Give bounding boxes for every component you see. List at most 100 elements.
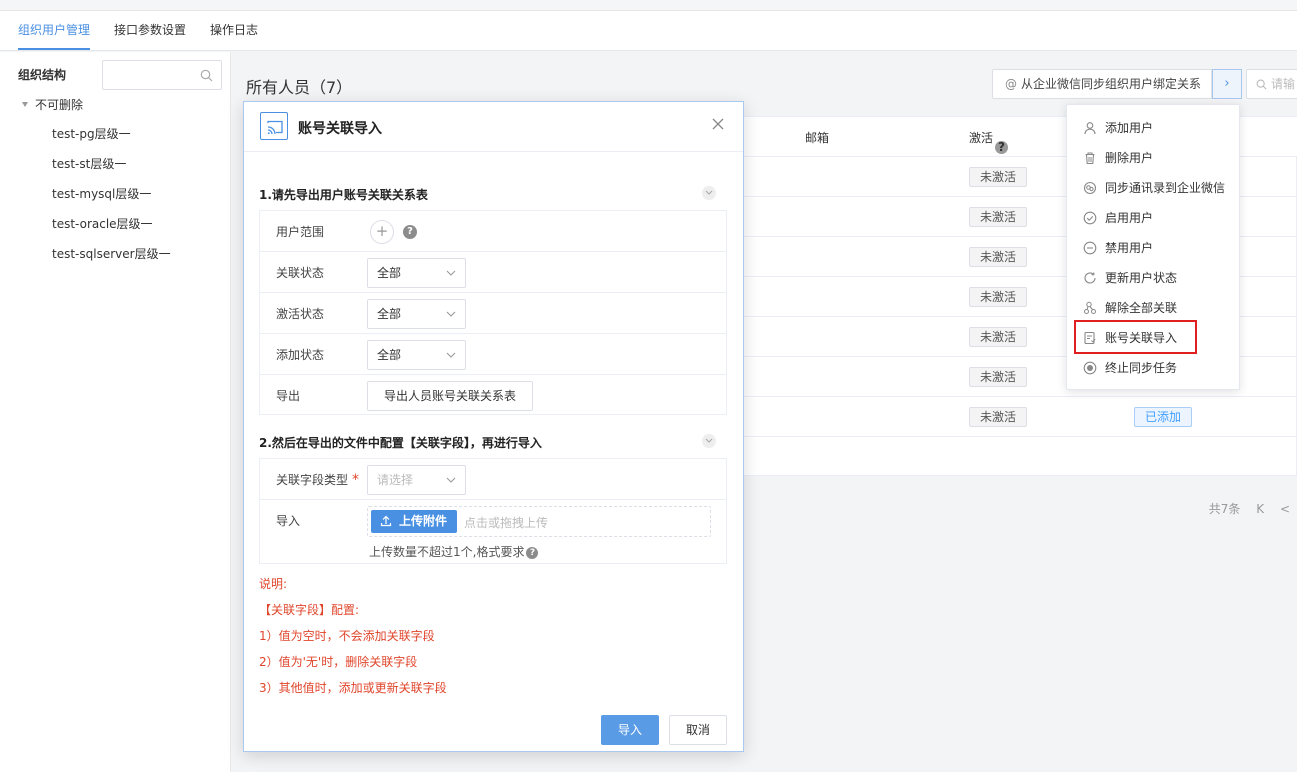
chevron-down-icon	[446, 311, 456, 317]
status-badge: 未激活	[969, 367, 1027, 387]
trash-icon	[1085, 151, 1095, 164]
menu-item-refresh-status[interactable]: 更新用户状态	[1083, 268, 1177, 288]
add-status-select[interactable]: 全部	[367, 340, 466, 370]
chevron-down-icon	[446, 270, 456, 276]
first-page-icon[interactable]: K	[1256, 502, 1264, 516]
field-type-label: 关联字段类型 *	[276, 471, 359, 488]
status-badge: 未激活	[969, 287, 1027, 307]
menu-item-delete-user[interactable]: 删除用户	[1083, 148, 1153, 168]
tree-item[interactable]: test-st层级一	[52, 155, 126, 173]
col-active: 激活?	[969, 129, 1009, 154]
menu-item-unlink-all[interactable]: 解除全部关联	[1083, 298, 1177, 318]
tab-interface-params[interactable]: 接口参数设置	[114, 11, 186, 50]
form-row-export: 导出 导出人员账号关联关系表	[260, 375, 726, 416]
tree-item[interactable]: test-sqlserver层级一	[52, 245, 171, 263]
user-search-input[interactable]: 请输	[1246, 69, 1297, 99]
add-scope-button[interactable]: +	[370, 220, 394, 244]
field-type-label-text: 关联字段类型	[276, 473, 349, 487]
upload-attachment-button[interactable]: 上传附件	[371, 510, 457, 533]
menu-item-label: 添加用户	[1105, 121, 1154, 135]
cancel-button[interactable]: 取消	[669, 715, 727, 745]
menu-item-label: 解除全部关联	[1105, 301, 1178, 315]
active-status-select[interactable]: 全部	[367, 299, 466, 329]
help-icon[interactable]: ?	[526, 546, 539, 559]
upload-note: 上传数量不超过1个,格式要求?	[369, 543, 539, 560]
refresh-icon	[1084, 271, 1096, 283]
menu-item-label: 更新用户状态	[1105, 271, 1178, 285]
note-line: 说明:	[259, 577, 288, 591]
upload-icon	[380, 515, 392, 527]
cast-icon	[260, 112, 288, 140]
tree-item[interactable]: test-oracle层级一	[52, 215, 153, 233]
link-status-select[interactable]: 全部	[367, 258, 466, 288]
upload-button-label: 上传附件	[399, 514, 448, 528]
tab-operation-log[interactable]: 操作日志	[210, 11, 258, 50]
select-value: 全部	[377, 307, 402, 321]
close-icon[interactable]	[710, 116, 726, 132]
field-type-select[interactable]: 请选择	[367, 465, 466, 495]
upload-hint: 点击或拖拽上传	[464, 516, 549, 530]
minus-circle-icon	[1083, 241, 1097, 254]
caret-down-icon[interactable]	[22, 102, 28, 107]
highlight-box	[1074, 320, 1197, 354]
top-strip	[0, 0, 1297, 11]
menu-item-label: 禁用用户	[1105, 241, 1154, 255]
select-placeholder: 请选择	[377, 473, 414, 487]
sidebar-title: 组织结构	[18, 68, 67, 82]
add-status-label: 添加状态	[276, 348, 325, 362]
col-active-label: 激活	[969, 131, 994, 145]
stop-icon	[1083, 361, 1097, 374]
export-relation-table-button[interactable]: 导出人员账号关联关系表	[367, 381, 533, 411]
menu-item-label: 启用用户	[1105, 211, 1154, 225]
note-line: 1）值为空时，不会添加关联字段	[259, 629, 435, 643]
chevron-down-icon	[446, 352, 456, 358]
col-email: 邮箱	[805, 131, 830, 145]
prev-page-icon[interactable]: <	[1280, 502, 1290, 516]
upload-dropzone[interactable]: 上传附件 点击或拖拽上传	[367, 506, 711, 537]
search-icon	[1256, 79, 1267, 90]
dialog-header: 账号关联导入	[244, 102, 743, 152]
status-badge: 未激活	[969, 247, 1027, 267]
status-badge: 未激活	[969, 327, 1027, 347]
help-icon[interactable]: ?	[995, 141, 1009, 154]
menu-item-add-user[interactable]: 添加用户	[1083, 118, 1153, 138]
status-badge: 未激活	[969, 207, 1027, 227]
sidebar-search-input[interactable]	[102, 60, 222, 90]
tree-root-label: 不可删除	[35, 98, 84, 112]
import-label: 导入	[276, 514, 301, 528]
at-icon: @	[1005, 77, 1017, 91]
link-status-label: 关联状态	[276, 266, 325, 280]
section-import-title: 2.然后在导出的文件中配置【关联字段】，再进行导入	[259, 436, 542, 450]
check-circle-icon	[1083, 211, 1097, 224]
sync-wechat-label: 从企业微信同步组织用户绑定关系	[1021, 77, 1202, 91]
form-row-active-status: 激活状态 全部	[260, 293, 726, 334]
sync-wechat-icon	[1083, 181, 1097, 194]
collapse-icon[interactable]	[702, 186, 716, 200]
tree-root-node[interactable]: 不可删除	[22, 96, 83, 114]
tab-org-user-management[interactable]: 组织用户管理	[18, 11, 91, 50]
pagination: 共7条 K <	[1197, 500, 1290, 517]
tree-item[interactable]: test-pg层级一	[52, 125, 131, 143]
menu-item-stop-sync[interactable]: 终止同步任务	[1083, 358, 1177, 378]
import-button[interactable]: 导入	[601, 715, 659, 745]
export-label: 导出	[276, 389, 301, 403]
menu-item-sync-to-wechat[interactable]: 同步通讯录到企业微信	[1083, 178, 1225, 198]
import-form: 关联字段类型 * 请选择 导入 上传附件 点击或拖拽上传 上传数量不超过1个,格式…	[259, 458, 727, 564]
collapse-icon[interactable]	[702, 434, 716, 448]
menu-item-label: 删除用户	[1105, 151, 1154, 165]
added-badge: 已添加	[1134, 407, 1192, 427]
form-row-import: 导入 上传附件 点击或拖拽上传 上传数量不超过1个,格式要求?	[260, 500, 726, 564]
help-icon[interactable]: ?	[403, 225, 417, 239]
menu-item-disable-user[interactable]: 禁用用户	[1083, 238, 1153, 258]
dialog-title: 账号关联导入	[298, 121, 382, 137]
dialog-footer: 导入 取消	[244, 702, 743, 752]
sync-wechat-button[interactable]: @ 从企业微信同步组织用户绑定关系	[992, 69, 1212, 99]
more-actions-toggle[interactable]: ›	[1212, 69, 1242, 99]
menu-item-label: 同步通讯录到企业微信	[1105, 181, 1226, 195]
unlink-icon	[1084, 301, 1096, 314]
tree-item[interactable]: test-mysql层级一	[52, 185, 151, 203]
required-mark: *	[352, 472, 360, 488]
form-row-field-type: 关联字段类型 * 请选择	[260, 459, 726, 500]
form-row-add-status: 添加状态 全部	[260, 334, 726, 375]
menu-item-enable-user[interactable]: 启用用户	[1083, 208, 1153, 228]
